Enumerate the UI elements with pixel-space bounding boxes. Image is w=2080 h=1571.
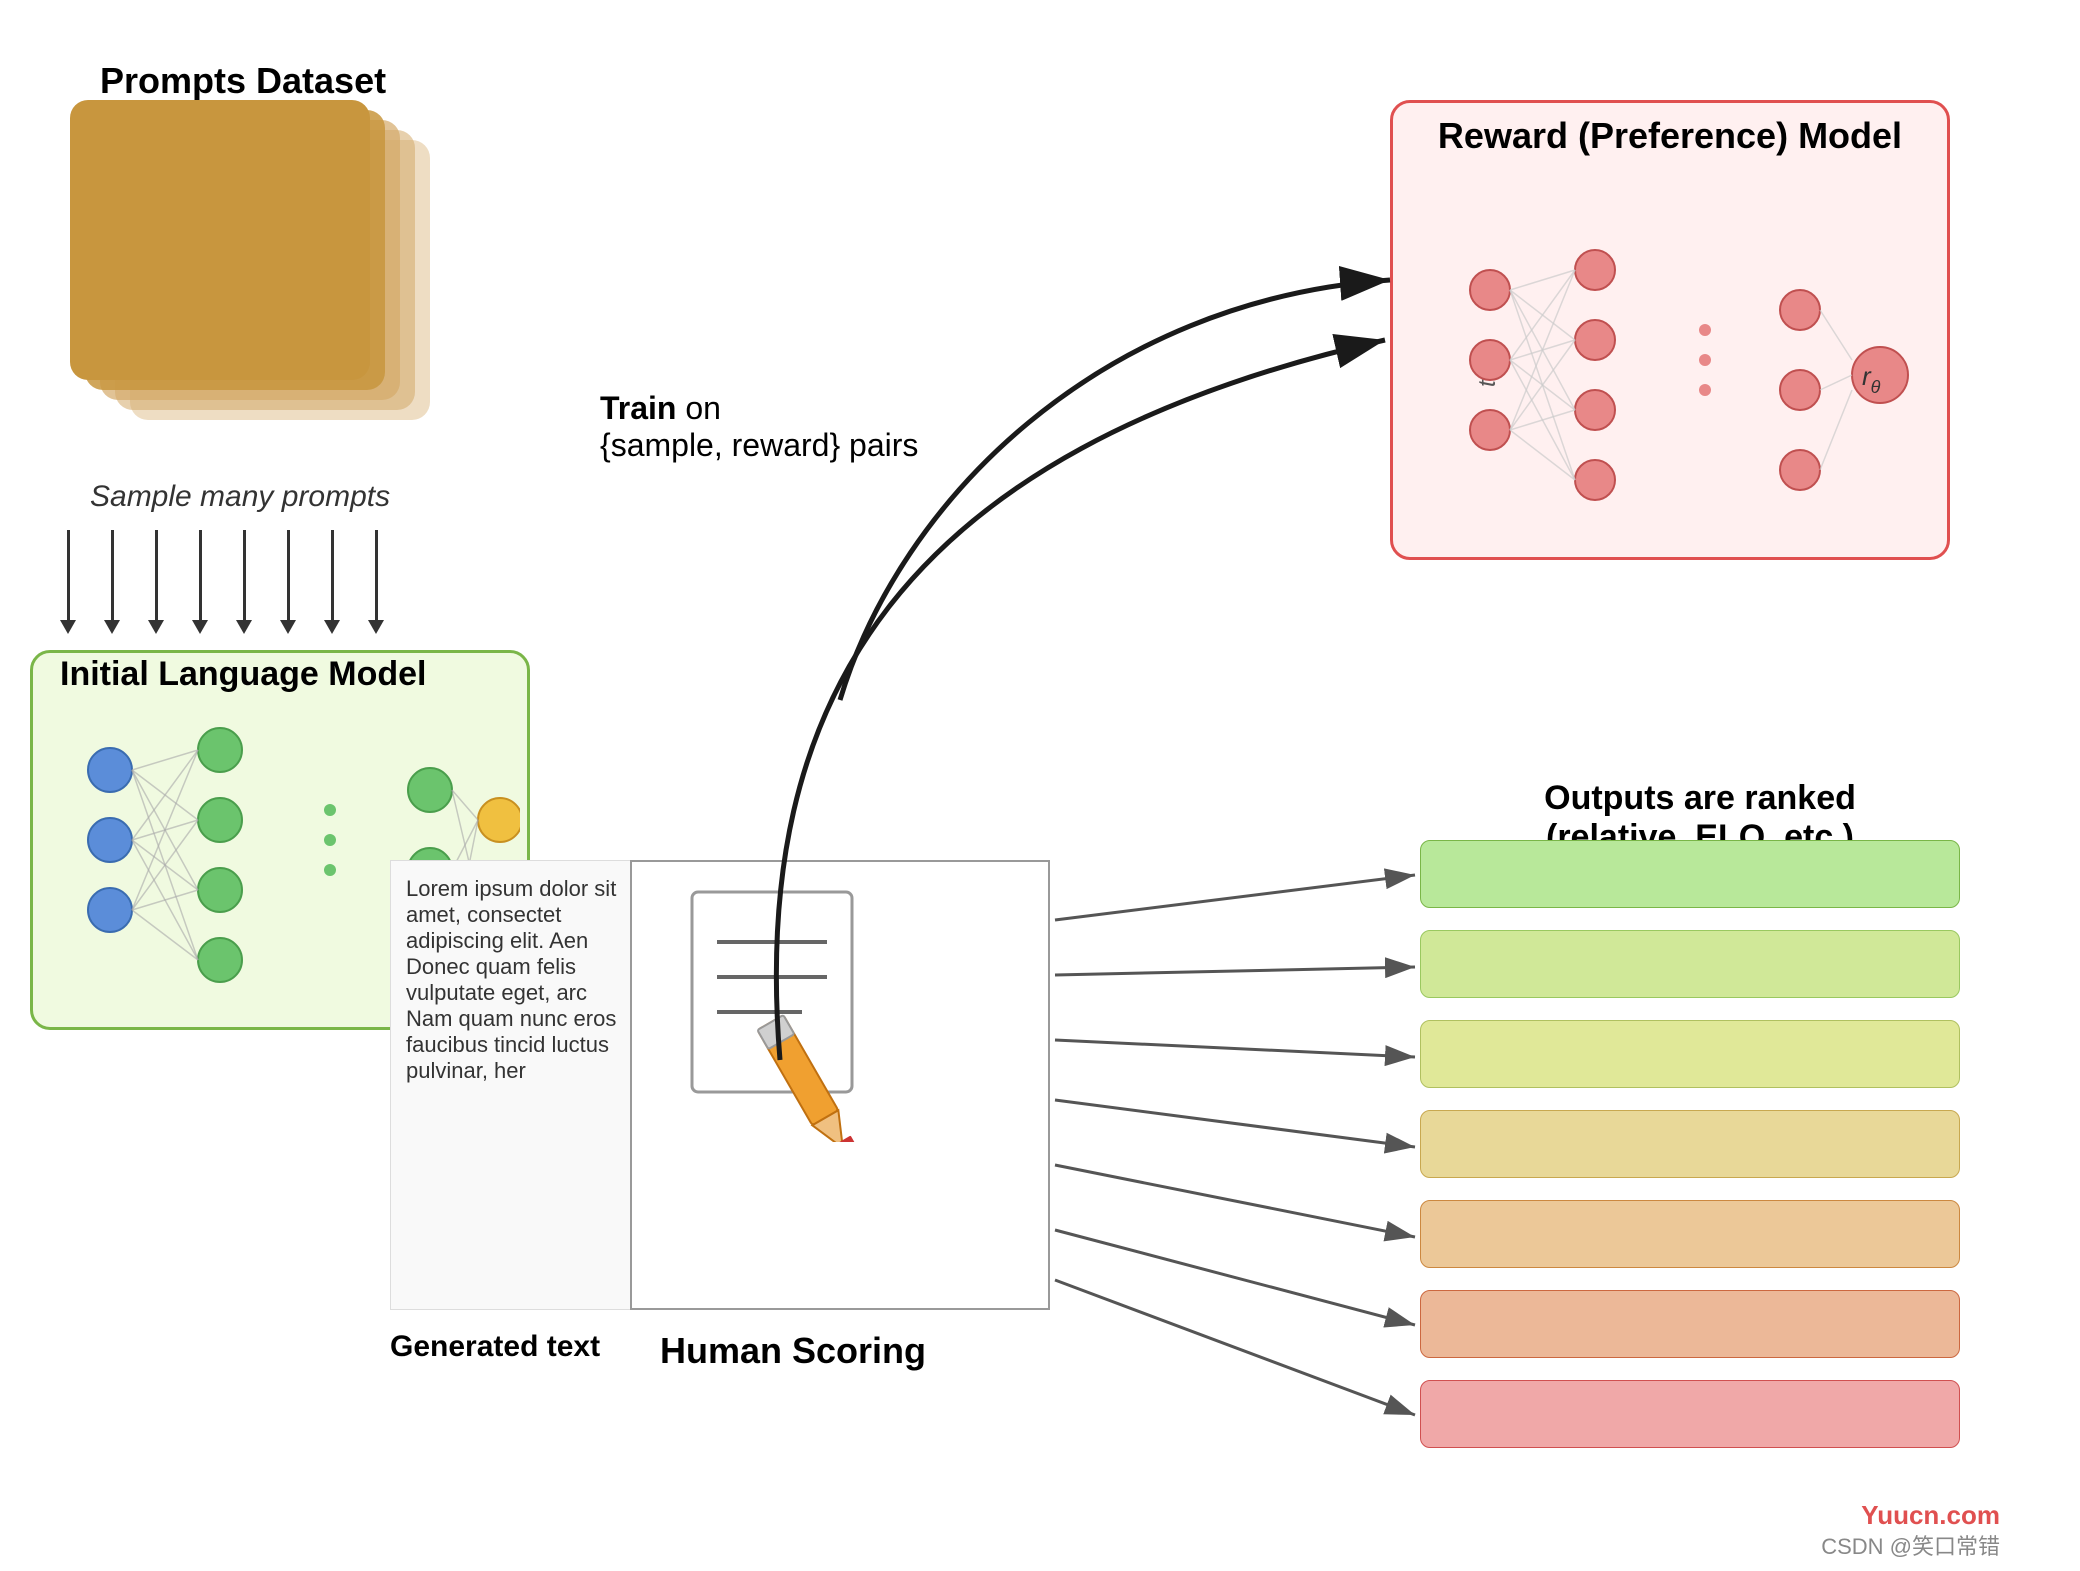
arrow-8: [368, 530, 384, 634]
card-5: [70, 100, 370, 380]
arrow-5: [236, 530, 252, 634]
rank-bar-5: [1420, 1200, 1960, 1268]
train-text: Train on{sample, reward} pairs: [600, 390, 918, 464]
rank-bar-6: [1420, 1290, 1960, 1358]
sample-prompts-text: Sample many prompts: [90, 480, 390, 514]
rank-bar-3: [1420, 1020, 1960, 1088]
arrow-1: [60, 530, 76, 634]
ranked-bars: [1420, 840, 1960, 1448]
rank-bar-1: [1420, 840, 1960, 908]
prompts-dataset-label: Prompts Dataset: [100, 60, 386, 102]
watermark-csdn: CSDN @笑口常错: [1821, 1529, 2000, 1561]
generated-text-content: Lorem ipsum dolor sit amet, consectet ad…: [406, 876, 616, 1083]
rank-bar-4: [1420, 1110, 1960, 1178]
arrow-7: [324, 530, 340, 634]
rank-bar-2: [1420, 930, 1960, 998]
generated-text-box: Lorem ipsum dolor sit amet, consectet ad…: [390, 860, 640, 1310]
watermark-yuucn: Yuucn.com: [1861, 1500, 2000, 1531]
nn-reward-svg: text rθ: [1410, 230, 1920, 520]
human-scoring-label: Human Scoring: [660, 1330, 926, 1372]
rank-bar-7: [1420, 1380, 1960, 1448]
human-scoring-box: [630, 860, 1050, 1310]
ilm-label: Initial Language Model: [60, 655, 426, 694]
arrow-4: [192, 530, 208, 634]
arrow-6: [280, 530, 296, 634]
train-bold: Train: [600, 390, 676, 426]
generated-text-label: Generated text: [390, 1330, 600, 1364]
reward-label: Reward (Preference) Model: [1430, 115, 1910, 157]
diagram-container: Prompts Dataset Sample many prompts Init…: [0, 0, 2080, 1571]
arrow-2: [104, 530, 120, 634]
arrow-3: [148, 530, 164, 634]
stacked-cards: [80, 110, 440, 450]
down-arrows: [60, 530, 384, 634]
